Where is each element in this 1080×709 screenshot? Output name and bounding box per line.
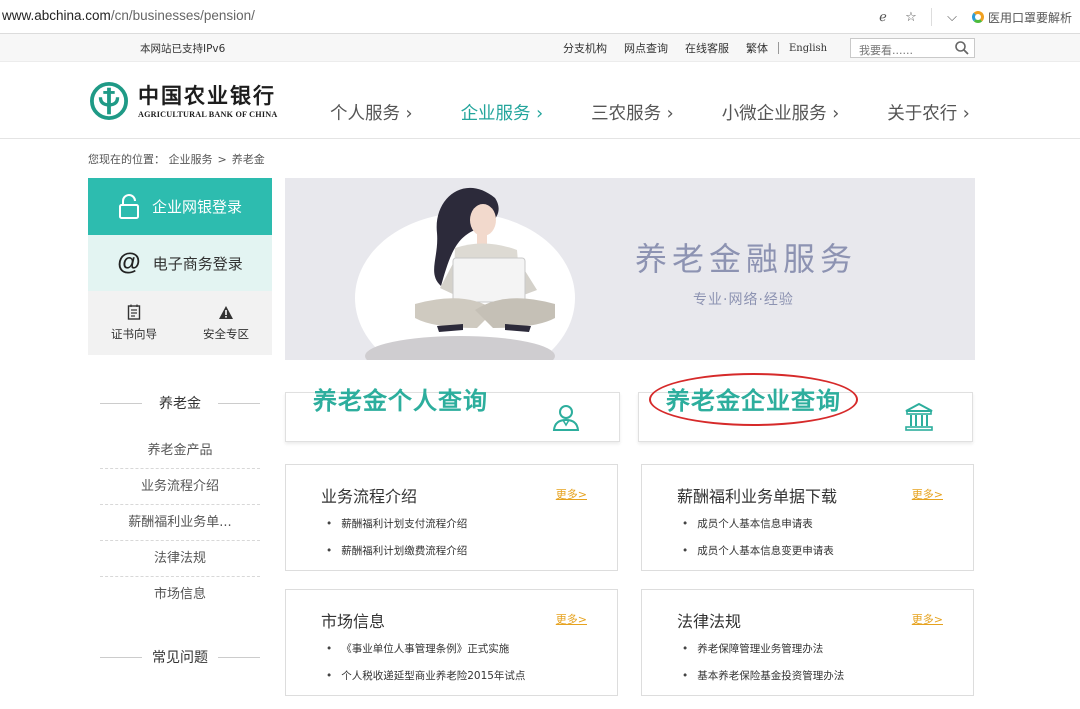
site-search (850, 38, 975, 60)
logo-english-name: AGRICULTURAL BANK OF CHINA (138, 109, 278, 119)
ipv6-notice: 本网站已支持IPv6 (140, 43, 226, 55)
ebank-login-button[interactable]: 企业网银登录 (88, 178, 272, 235)
laws-list: 养老保障管理业务管理办法 基本养老保险基金投资管理办法 (682, 641, 844, 695)
browser-address-bar: www.abchina.com/cn/businesses/pension/ ℯ… (0, 0, 1080, 34)
security-zone-label: 安全专区 (203, 326, 249, 341)
nav-corporate[interactable]: 企业服务 › (461, 100, 544, 125)
browser-search-box[interactable]: 医用口罩要解析 (972, 9, 1080, 26)
process-intro-title: 业务流程介绍 (321, 487, 418, 506)
link-traditional[interactable]: 繁体 (746, 40, 768, 56)
abc-logo[interactable]: 中国农业银行 AGRICULTURAL BANK OF CHINA (90, 82, 277, 120)
url-host: www.abchina.com (2, 8, 111, 23)
unlock-icon (118, 193, 139, 219)
banner-subtitle: 专业·网络·经验 (693, 292, 794, 308)
pension-section-title: 养老金 (88, 393, 272, 413)
pension-submenu: 养老金产品 业务流程介绍 薪酬福利业务单... 法律法规 市场信息 (88, 433, 272, 613)
ie-compat-icon[interactable]: ℯ (875, 10, 891, 25)
nav-small-business[interactable]: 小微企业服务 › (722, 100, 840, 125)
site-search-input[interactable] (851, 41, 951, 60)
list-item[interactable]: 养老保障管理业务管理办法 (682, 641, 844, 668)
submenu-item-market[interactable]: 市场信息 (100, 577, 260, 613)
submenu-item-forms[interactable]: 薪酬福利业务单... (100, 505, 260, 541)
corporate-pension-query-card[interactable]: 养老金企业查询 (638, 387, 973, 442)
ecommerce-login-label: 电子商务登录 (152, 254, 243, 273)
favorite-star-icon[interactable]: ☆ (903, 10, 919, 25)
personal-pension-query-card[interactable]: 养老金个人查询 (285, 387, 620, 442)
search-icon[interactable] (954, 40, 970, 56)
link-divider (778, 42, 779, 54)
list-item[interactable]: 薪酬福利计划缴费流程介绍 (326, 543, 467, 570)
list-item[interactable]: 成员个人基本信息申请表 (682, 516, 834, 543)
link-online-service[interactable]: 在线客服 (685, 40, 729, 56)
process-intro-list: 薪酬福利计划支付流程介绍 薪酬福利计划缴费流程介绍 (326, 516, 467, 570)
banner-title: 养老金融服务 (635, 240, 858, 278)
list-item[interactable]: 个人税收递延型商业养老险2015年试点 (326, 668, 525, 695)
main-nav: 个人服务 › 企业服务 › 三农服务 › 小微企业服务 › 关于农行 › (330, 100, 1018, 125)
forms-download-list: 成员个人基本信息申请表 成员个人基本信息变更申请表 (682, 516, 834, 570)
laws-box: 法律法规 更多> 养老保障管理业务管理办法 基本养老保险基金投资管理办法 (641, 589, 974, 696)
faq-section-title[interactable]: 常见问题 (88, 647, 272, 667)
link-english[interactable]: English (789, 43, 827, 54)
ecommerce-login-button[interactable]: @ 电子商务登录 (88, 235, 272, 291)
quick-links: 证书向导 安全专区 (88, 291, 272, 355)
list-item[interactable]: 成员个人基本信息变更申请表 (682, 543, 834, 570)
certificate-guide-label: 证书向导 (111, 327, 157, 341)
list-item[interactable]: 《事业单位人事管理条例》正式实施 (326, 641, 525, 668)
pension-banner: 养老金融服务 专业·网络·经验 (285, 178, 975, 360)
process-intro-more-link[interactable]: 更多> (556, 486, 587, 502)
breadcrumb-prefix: 您现在的位置： (88, 153, 165, 166)
browser-search-hint: 医用口罩要解析 (988, 10, 1073, 25)
at-sign-icon: @ (117, 249, 141, 276)
chevron-down-icon[interactable]: ⌵ (944, 10, 960, 25)
bank-building-icon (905, 402, 933, 431)
left-sidebar: 企业网银登录 @ 电子商务登录 证书向导 安全专区 养老金 养老金产品 业务流程… (88, 178, 272, 667)
forms-download-more-link[interactable]: 更多> (912, 486, 943, 502)
link-branches[interactable]: 分支机构 (563, 40, 607, 56)
breadcrumb-separator: > (217, 153, 227, 166)
warning-icon (219, 305, 233, 319)
person-icon (552, 405, 580, 431)
address-url[interactable]: www.abchina.com/cn/businesses/pension/ (2, 8, 255, 23)
logo-chinese-name: 中国农业银行 (138, 82, 276, 108)
certificate-icon (127, 304, 141, 320)
market-info-more-link[interactable]: 更多> (556, 611, 587, 627)
abc-emblem-icon (90, 82, 128, 120)
personal-query-title: 养老金个人查询 (313, 387, 488, 415)
toolbar-divider (931, 8, 932, 26)
security-zone-link[interactable]: 安全专区 (180, 291, 272, 355)
utility-bar: 本网站已支持IPv6 分支机构 网点查询 在线客服 繁体 English (0, 34, 1080, 62)
list-item[interactable]: 基本养老保险基金投资管理办法 (682, 668, 844, 695)
corporate-query-title: 养老金企业查询 (666, 387, 841, 415)
process-intro-box: 业务流程介绍 更多> 薪酬福利计划支付流程介绍 薪酬福利计划缴费流程介绍 (285, 464, 618, 571)
certificate-guide-link[interactable]: 证书向导 (88, 291, 180, 355)
laws-title: 法律法规 (677, 612, 742, 631)
laws-more-link[interactable]: 更多> (912, 611, 943, 627)
market-info-list: 《事业单位人事管理条例》正式实施 个人税收递延型商业养老险2015年试点 (326, 641, 525, 695)
market-info-title: 市场信息 (321, 612, 386, 631)
breadcrumb-item-corporate[interactable]: 企业服务 (169, 153, 213, 166)
browser-toolbar: ℯ ☆ ⌵ 医用口罩要解析 (875, 6, 1080, 28)
forms-download-box: 薪酬福利业务单据下载 更多> 成员个人基本信息申请表 成员个人基本信息变更申请表 (641, 464, 974, 571)
breadcrumb-item-pension: 养老金 (231, 153, 265, 166)
url-path: /cn/businesses/pension/ (110, 8, 255, 23)
list-item[interactable]: 薪酬福利计划支付流程介绍 (326, 516, 467, 543)
site-header: 中国农业银行 AGRICULTURAL BANK OF CHINA 个人服务 ›… (0, 62, 1080, 139)
market-info-box: 市场信息 更多> 《事业单位人事管理条例》正式实施 个人税收递延型商业养老险20… (285, 589, 618, 696)
nav-about[interactable]: 关于农行 › (887, 100, 970, 125)
nav-personal[interactable]: 个人服务 › (330, 100, 413, 125)
woman-with-laptop-illustration (355, 187, 575, 360)
breadcrumb: 您现在的位置： 企业服务 > 养老金 (88, 151, 265, 167)
nav-rural[interactable]: 三农服务 › (591, 100, 674, 125)
link-outlet-search[interactable]: 网点查询 (624, 40, 668, 56)
utility-links: 分支机构 网点查询 在线客服 繁体 English (563, 40, 844, 56)
search-engine-icon (972, 11, 984, 23)
submenu-item-laws[interactable]: 法律法规 (100, 541, 260, 577)
submenu-item-process[interactable]: 业务流程介绍 (100, 469, 260, 505)
forms-download-title: 薪酬福利业务单据下载 (677, 487, 838, 506)
ebank-login-label: 企业网银登录 (151, 198, 242, 216)
submenu-item-products[interactable]: 养老金产品 (100, 433, 260, 469)
